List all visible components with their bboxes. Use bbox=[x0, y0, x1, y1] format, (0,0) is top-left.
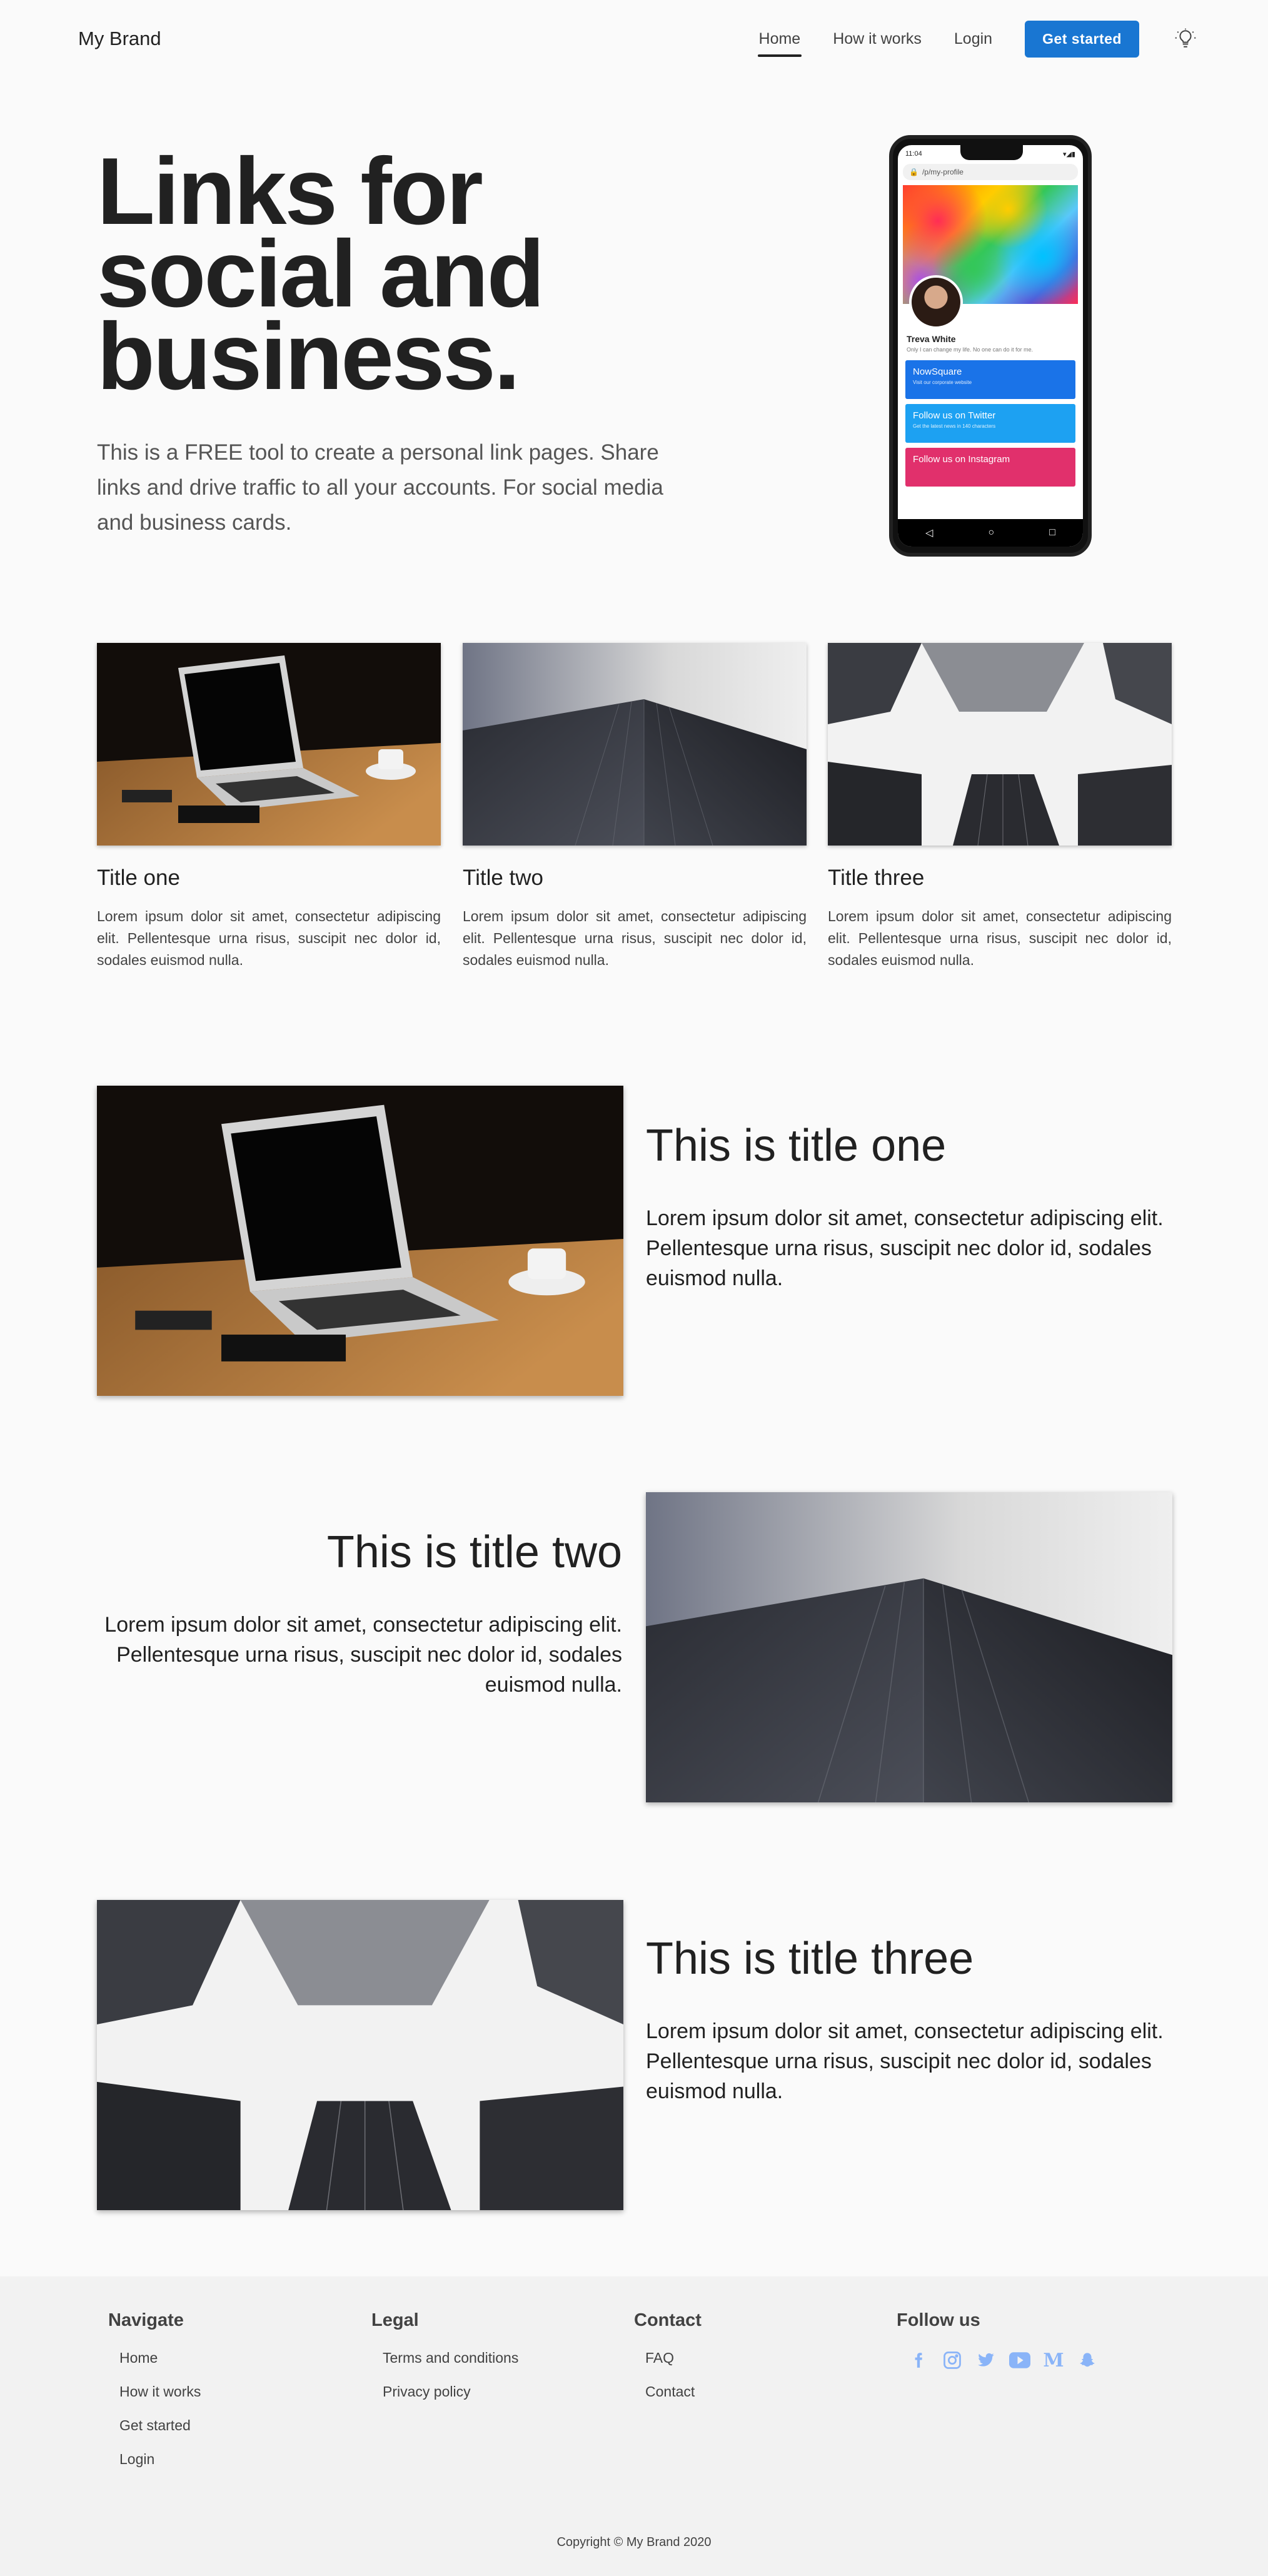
feature-title: This is title two bbox=[326, 1527, 622, 1577]
profile-name: Treva White bbox=[907, 334, 956, 344]
top-navbar: My Brand Home How it works Login Get sta… bbox=[0, 0, 1268, 78]
feature-body: Lorem ipsum dolor sit amet, consectetur … bbox=[104, 1613, 622, 1697]
footer-heading: Navigate bbox=[108, 2310, 184, 2330]
phone-screen: 11:04 ▾◢▮ 🔒 /p/my-profile Treva White On… bbox=[898, 145, 1083, 547]
profile-link-twitter: Follow us on Twitter Get the latest news… bbox=[905, 404, 1075, 443]
laptop-on-desk-image bbox=[97, 643, 441, 846]
get-started-button[interactable]: Get started bbox=[1025, 20, 1139, 58]
footer-navigate-column: Navigate Home How it works Get started L… bbox=[108, 2310, 358, 2485]
profile-link-subtitle: Visit our corporate website bbox=[913, 380, 972, 385]
footer-link-get-started[interactable]: Get started bbox=[119, 2417, 358, 2451]
hero-title: Links for social and business. bbox=[97, 144, 660, 404]
feature-title: This is title one bbox=[646, 1121, 947, 1171]
profile-link-title: Follow us on Instagram bbox=[913, 454, 1010, 465]
footer: Navigate Home How it works Get started L… bbox=[0, 2276, 1268, 2576]
feature-body: Lorem ipsum dolor sit amet, consectetur … bbox=[646, 2019, 1164, 2103]
avatar bbox=[909, 275, 963, 329]
hero-title-line: business. bbox=[97, 303, 520, 410]
brand-logo[interactable]: My Brand bbox=[78, 28, 161, 50]
feature-one-text: This is title one Lorem ipsum dolor sit … bbox=[646, 1119, 1177, 1293]
footer-legal-column: Legal Terms and conditions Privacy polic… bbox=[371, 2310, 621, 2417]
phone-nav-bar: ◁ ○ □ bbox=[898, 519, 1083, 547]
profile-cover-image bbox=[903, 185, 1078, 329]
recents-icon: □ bbox=[1049, 527, 1055, 538]
card-title: Title two bbox=[463, 866, 544, 890]
phone-url: /p/my-profile bbox=[922, 168, 964, 176]
profile-link-instagram: Follow us on Instagram bbox=[905, 448, 1075, 487]
snapchat-icon[interactable] bbox=[1077, 2350, 1098, 2371]
card-two: Title two Lorem ipsum dolor sit amet, co… bbox=[463, 643, 807, 971]
home-circle-icon: ○ bbox=[988, 527, 995, 538]
hero-description: This is a FREE tool to create a personal… bbox=[97, 440, 663, 535]
feature-two-text: This is title two Lorem ipsum dolor sit … bbox=[91, 1526, 622, 1700]
phone-url-bar: 🔒 /p/my-profile bbox=[903, 164, 1078, 180]
nav-link-login[interactable]: Login bbox=[954, 30, 992, 48]
feature-three-text: This is title three Lorem ipsum dolor si… bbox=[646, 1932, 1177, 2106]
footer-follow-column: Follow us M bbox=[897, 2310, 1147, 2371]
footer-link-privacy[interactable]: Privacy policy bbox=[383, 2383, 621, 2417]
footer-link-faq[interactable]: FAQ bbox=[645, 2350, 884, 2383]
footer-heading: Legal bbox=[371, 2310, 419, 2330]
footer-link-terms[interactable]: Terms and conditions bbox=[383, 2350, 621, 2383]
facebook-icon[interactable] bbox=[908, 2350, 929, 2371]
card-text: Lorem ipsum dolor sit amet, consectetur … bbox=[97, 908, 441, 968]
card-three: Title three Lorem ipsum dolor sit amet, … bbox=[828, 643, 1172, 971]
nav-link-how-it-works[interactable]: How it works bbox=[833, 30, 922, 48]
profile-link-title: NowSquare bbox=[913, 366, 962, 377]
profile-link-title: Follow us on Twitter bbox=[913, 410, 996, 421]
feature-title: This is title three bbox=[646, 1934, 974, 1984]
theme-toggle-lightbulb-icon[interactable] bbox=[1172, 25, 1199, 53]
nav-menu: Home How it works Login Get started bbox=[757, 20, 1199, 58]
copyright-text: Copyright © My Brand 2020 bbox=[556, 2535, 712, 2549]
instagram-icon[interactable] bbox=[942, 2350, 963, 2371]
card-title: Title one bbox=[97, 866, 180, 890]
profile-link-nowsquare: NowSquare Visit our corporate website bbox=[905, 360, 1075, 399]
phone-notch bbox=[960, 145, 1023, 160]
lock-icon: 🔒 bbox=[909, 168, 918, 176]
feature-body: Lorem ipsum dolor sit amet, consectetur … bbox=[646, 1206, 1164, 1290]
feature-two-skyscraper-image bbox=[646, 1492, 1172, 1802]
medium-icon[interactable]: M bbox=[1043, 2350, 1064, 2371]
feature-one-laptop-image bbox=[97, 1086, 623, 1396]
footer-heading: Contact bbox=[634, 2310, 702, 2330]
skyscraper-image bbox=[463, 643, 807, 846]
card-text: Lorem ipsum dolor sit amet, consectetur … bbox=[463, 908, 807, 968]
signal-battery-icon: ▾◢▮ bbox=[1062, 150, 1075, 158]
card-title: Title three bbox=[828, 866, 925, 890]
profile-bio: Only I can change my life. No one can do… bbox=[907, 346, 1034, 353]
nav-link-home[interactable]: Home bbox=[757, 30, 802, 57]
social-icons: M bbox=[908, 2350, 1147, 2371]
twitter-icon[interactable] bbox=[975, 2350, 997, 2371]
back-icon: ◁ bbox=[925, 528, 933, 538]
youtube-icon[interactable] bbox=[1009, 2350, 1030, 2371]
profile-link-subtitle: Get the latest news in 140 characters bbox=[913, 423, 996, 429]
card-one: Title one Lorem ipsum dolor sit amet, co… bbox=[97, 643, 441, 971]
footer-link-how-it-works[interactable]: How it works bbox=[119, 2383, 358, 2417]
footer-link-home[interactable]: Home bbox=[119, 2350, 358, 2383]
phone-time: 11:04 bbox=[905, 150, 922, 158]
footer-link-contact[interactable]: Contact bbox=[645, 2383, 884, 2417]
phone-mockup: 11:04 ▾◢▮ 🔒 /p/my-profile Treva White On… bbox=[889, 135, 1092, 557]
footer-link-login[interactable]: Login bbox=[119, 2451, 358, 2485]
feature-three-buildings-image bbox=[97, 1900, 623, 2210]
card-text: Lorem ipsum dolor sit amet, consectetur … bbox=[828, 908, 1172, 968]
footer-heading: Follow us bbox=[897, 2310, 980, 2330]
buildings-looking-up-image bbox=[828, 643, 1172, 846]
footer-contact-column: Contact FAQ Contact bbox=[634, 2310, 884, 2417]
